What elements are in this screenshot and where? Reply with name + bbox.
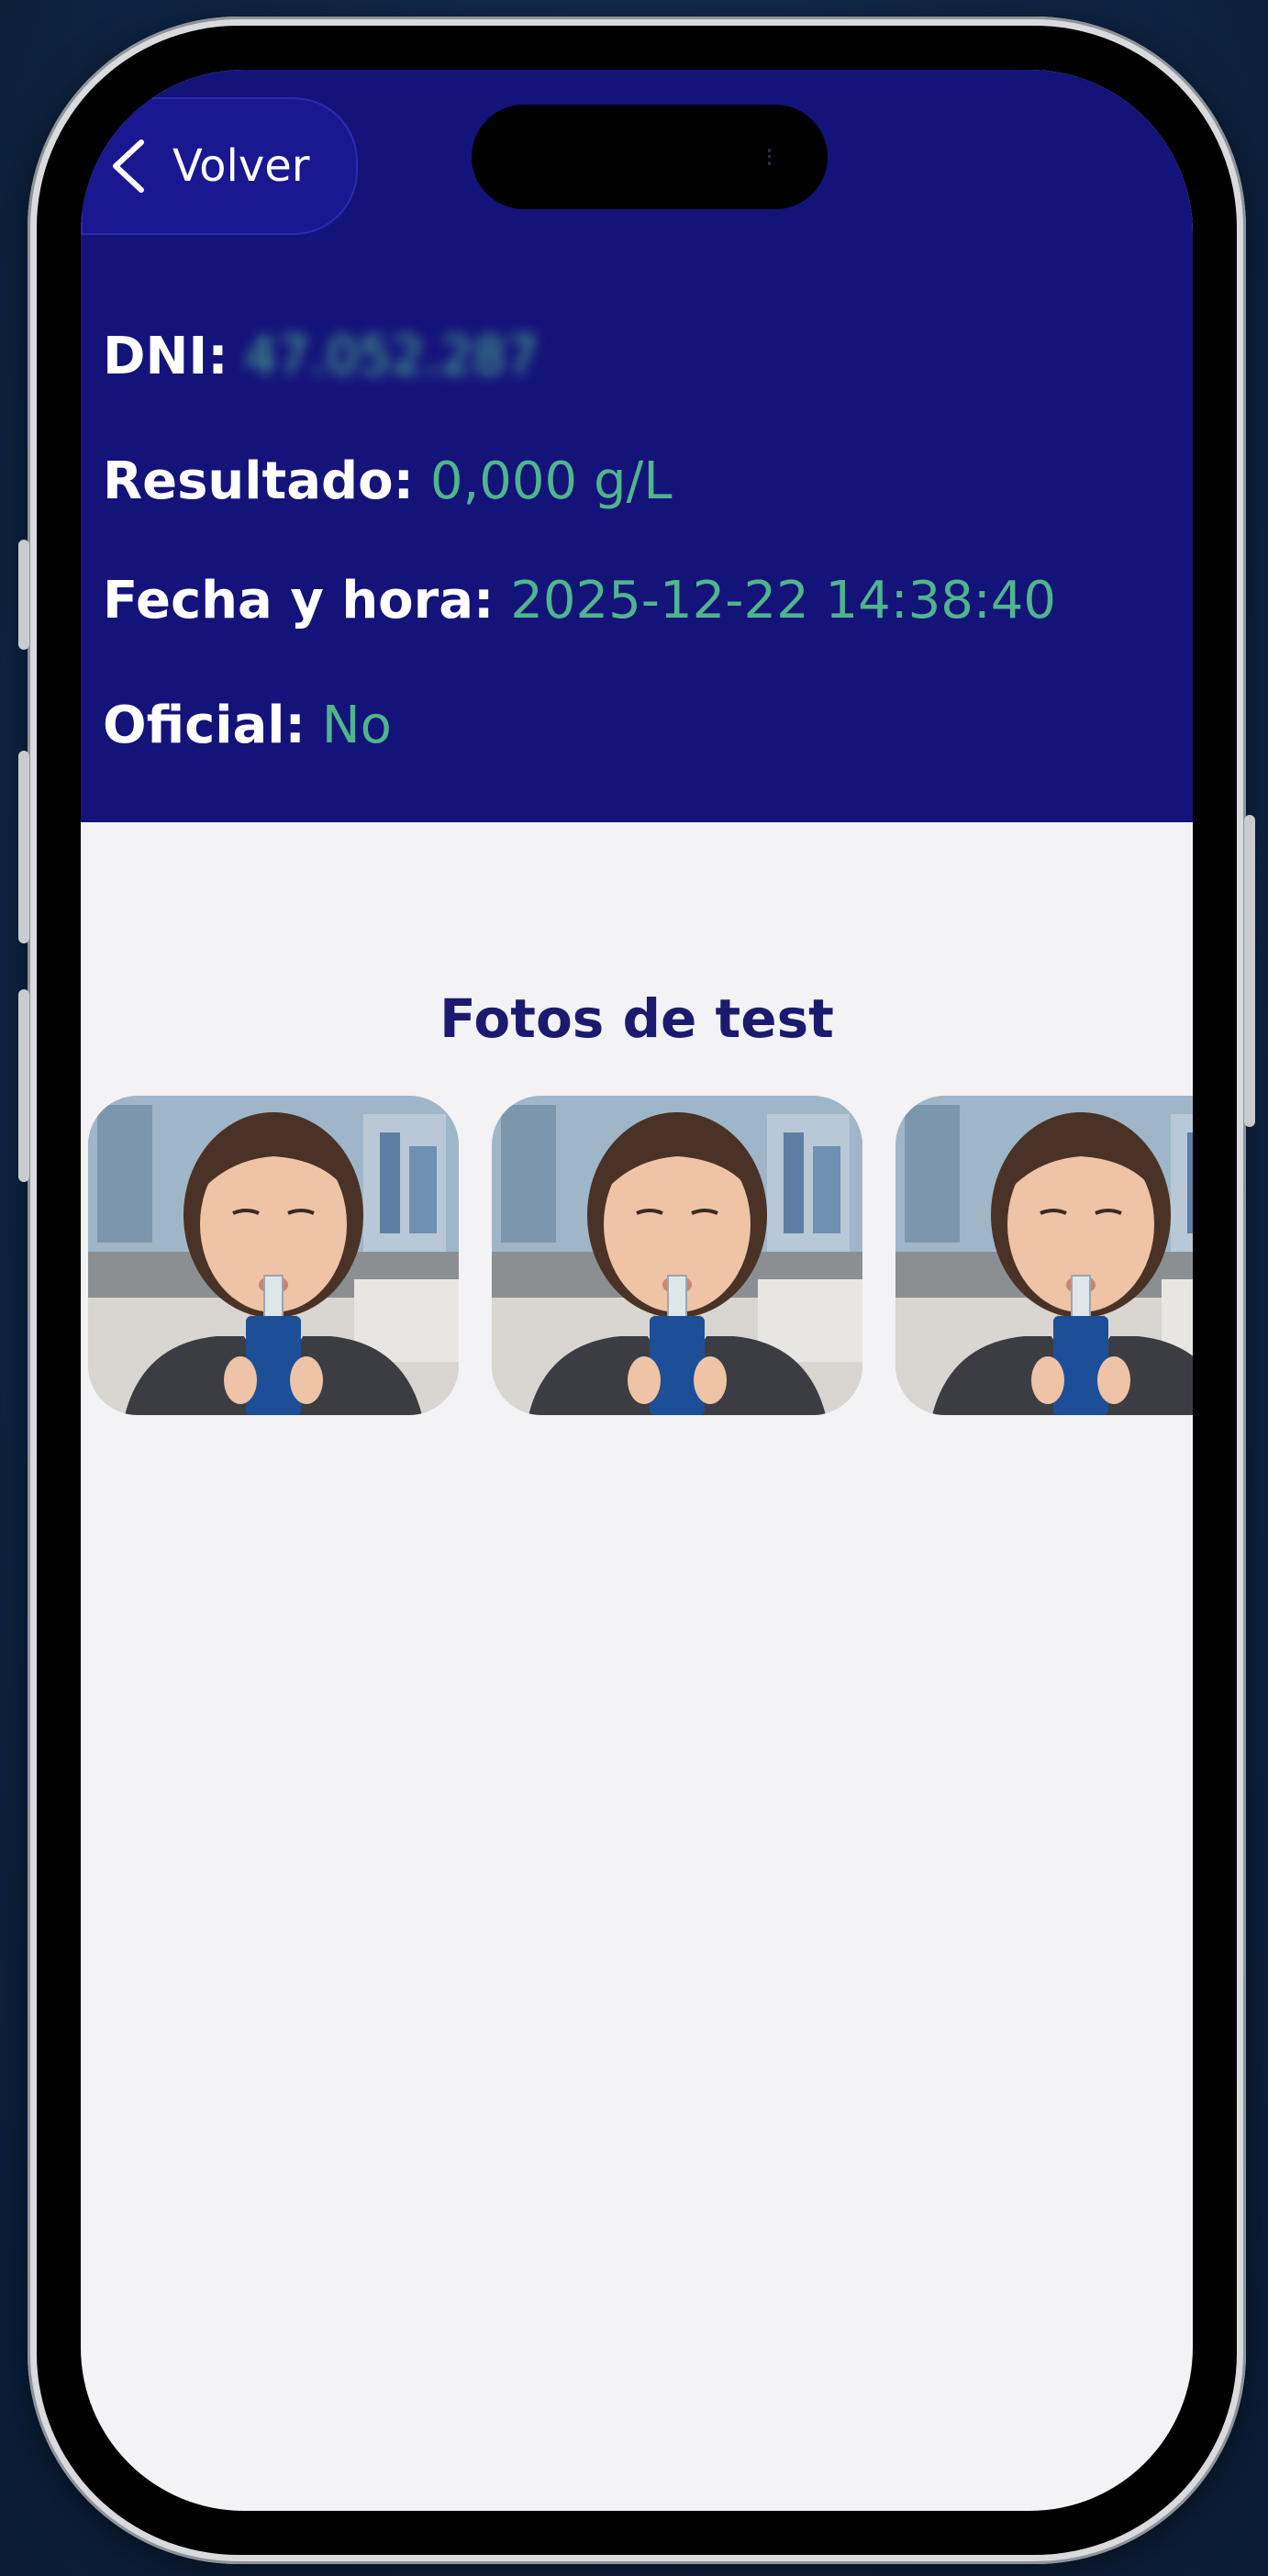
person-photo-illustration	[88, 1096, 459, 1415]
dni-value: 47.052.287	[244, 327, 539, 386]
person-photo-illustration	[895, 1096, 1193, 1415]
official-row: Oficial: No	[103, 696, 392, 755]
phone-frame: Volver DNI: 47.052.287 Resultado: 0,000 …	[18, 17, 1255, 2564]
datetime-label: Fecha y hora:	[103, 571, 495, 630]
dynamic-island	[472, 105, 828, 209]
back-button[interactable]: Volver	[81, 97, 358, 235]
datetime-value: 2025-12-22 14:38:40	[510, 571, 1057, 630]
official-value: No	[321, 696, 392, 755]
test-photo-1[interactable]	[88, 1096, 459, 1415]
result-value: 0,000 g/L	[429, 452, 673, 511]
dni-label: DNI:	[103, 327, 228, 386]
volume-down-button	[18, 989, 29, 1182]
camera-dot	[768, 149, 776, 165]
chevron-left-icon	[113, 139, 144, 193]
dni-row: DNI: 47.052.287	[103, 327, 539, 386]
result-label: Resultado:	[103, 452, 415, 511]
datetime-row: Fecha y hora: 2025-12-22 14:38:40	[103, 571, 1056, 630]
back-button-label: Volver	[172, 140, 310, 192]
app-screen: Volver DNI: 47.052.287 Resultado: 0,000 …	[81, 70, 1193, 2511]
person-photo-illustration	[492, 1096, 862, 1415]
test-photo-3[interactable]	[895, 1096, 1193, 1415]
phone-bezel: Volver DNI: 47.052.287 Resultado: 0,000 …	[37, 26, 1237, 2555]
result-row: Resultado: 0,000 g/L	[103, 452, 673, 511]
official-label: Oficial:	[103, 696, 306, 755]
photos-section-title: Fotos de test	[439, 987, 834, 1050]
photo-carousel[interactable]	[88, 1096, 1193, 1417]
volume-up-button	[18, 751, 29, 943]
power-button	[1244, 815, 1255, 1127]
result-header: Volver DNI: 47.052.287 Resultado: 0,000 …	[81, 70, 1193, 822]
action-button	[18, 540, 29, 650]
test-photo-2[interactable]	[492, 1096, 862, 1415]
